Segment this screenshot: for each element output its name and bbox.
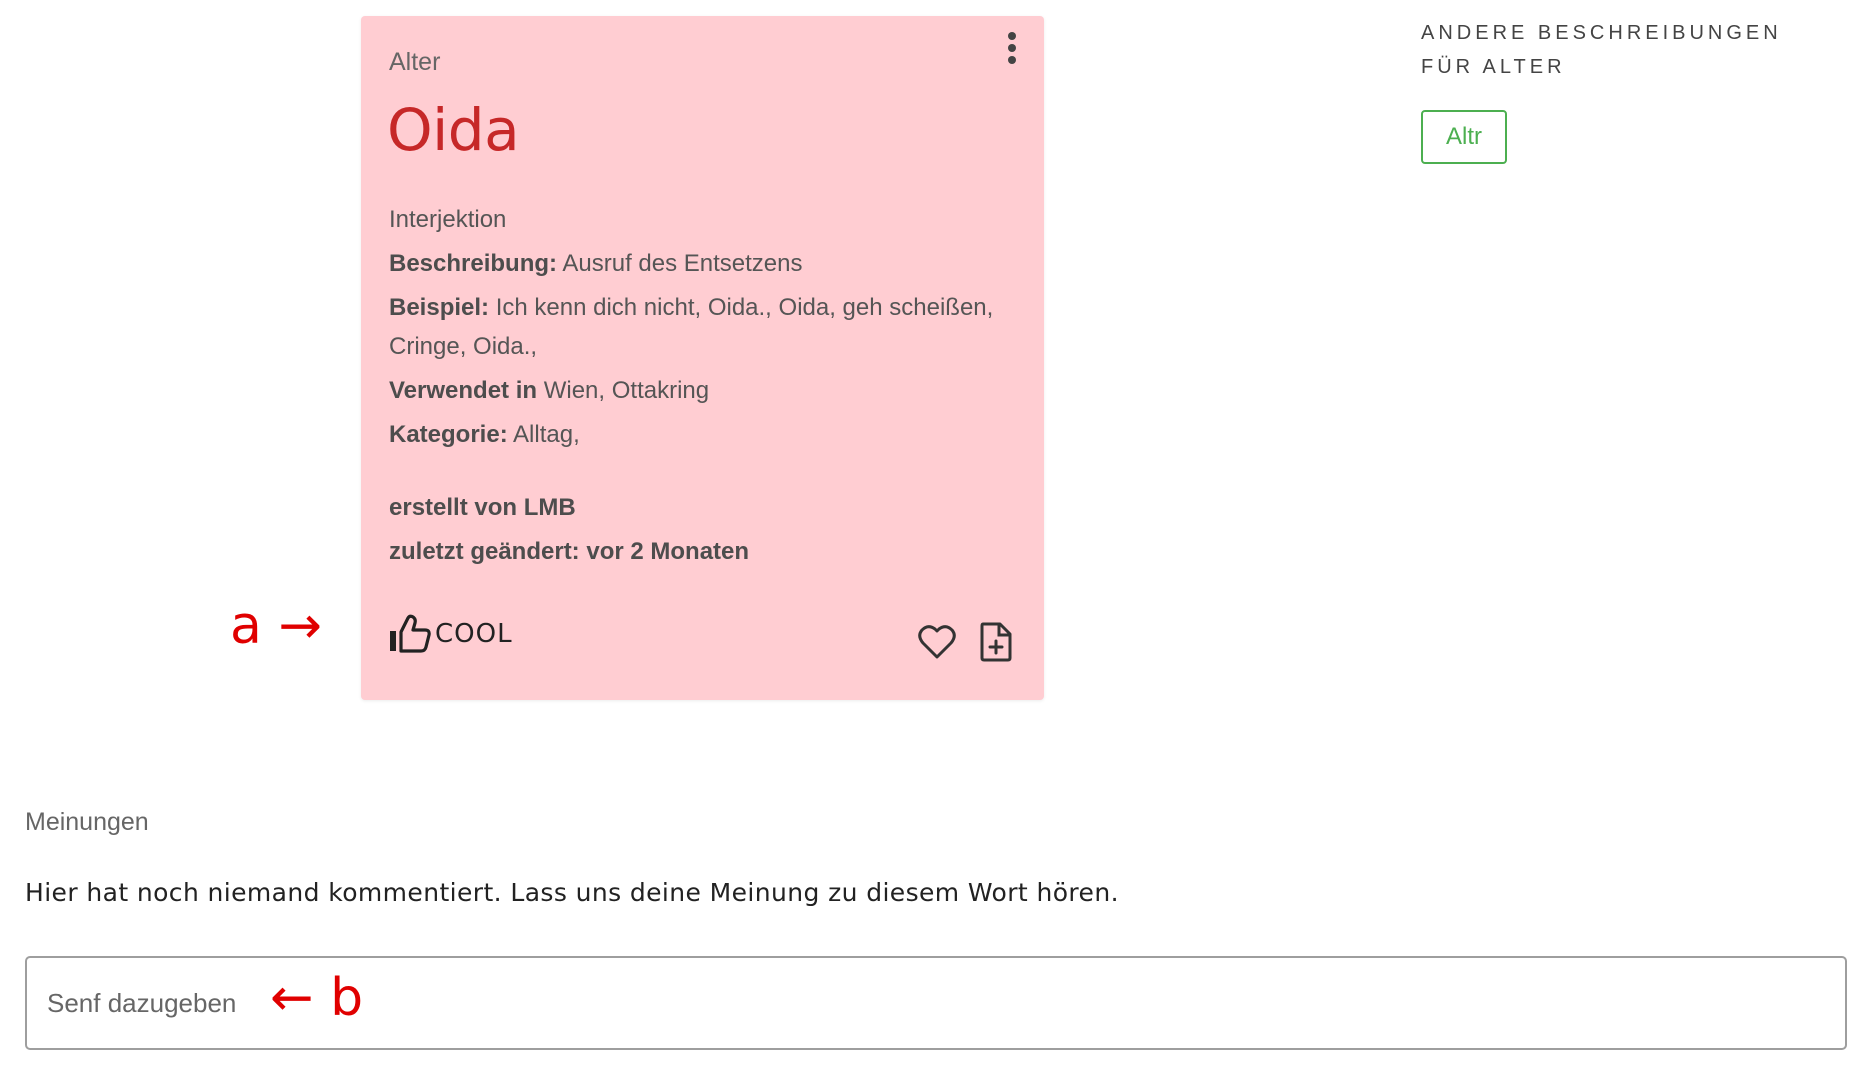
word-type: Interjektion: [389, 206, 507, 233]
more-vert-icon: [1008, 32, 1016, 64]
alternative-chip-altr[interactable]: Altr: [1421, 110, 1507, 164]
category-value: Alltag,: [507, 421, 580, 448]
description-row: Beschreibung: Ausruf des Entsetzens: [389, 244, 1019, 283]
description-value: Ausruf des Entsetzens: [557, 250, 803, 277]
other-descriptions-heading: Andere Beschreibungen für Alter: [1421, 22, 1782, 78]
word-title: Oida: [387, 96, 520, 164]
heart-icon: [918, 625, 956, 659]
add-to-list-button[interactable]: [979, 622, 1021, 666]
category-label: Kategorie:: [389, 421, 508, 448]
card-overline: Alter: [389, 48, 441, 76]
card-meta: erstellt von LMB zuletzt geändert: vor 2…: [389, 486, 1019, 574]
annotation-b: ← b: [270, 968, 364, 1028]
page: Alter Oida Interjektion Beschreibung: Au…: [0, 0, 1862, 1067]
card-menu-button[interactable]: [998, 28, 1026, 68]
comments-label: Meinungen: [25, 808, 149, 836]
used-in-value: Wien, Ottakring: [537, 377, 710, 404]
created-by: erstellt von LMB: [389, 494, 576, 521]
thumbs-up-icon: [390, 614, 431, 653]
used-in-label: Verwendet in: [389, 377, 538, 404]
category-row: Kategorie: Alltag,: [389, 415, 1019, 454]
example-label: Beispiel:: [389, 294, 490, 321]
example-row: Beispiel: Ich kenn dich nicht, Oida., Oi…: [389, 288, 1019, 366]
word-card: Alter Oida Interjektion Beschreibung: Au…: [361, 16, 1044, 700]
file-plus-icon: [980, 622, 1012, 662]
cool-button[interactable]: COOL: [389, 608, 513, 660]
annotation-a: a →: [230, 596, 322, 656]
cool-label: COOL: [435, 619, 513, 649]
favorite-button[interactable]: [917, 624, 961, 668]
card-details: Interjektion Beschreibung: Ausruf des En…: [389, 200, 1019, 459]
last-changed: zuletzt geändert: vor 2 Monaten: [389, 538, 750, 565]
comments-empty-text: Hier hat noch niemand kommentiert. Lass …: [25, 878, 1119, 907]
used-in-row: Verwendet in Wien, Ottakring: [389, 371, 1019, 410]
description-label: Beschreibung:: [389, 250, 558, 277]
